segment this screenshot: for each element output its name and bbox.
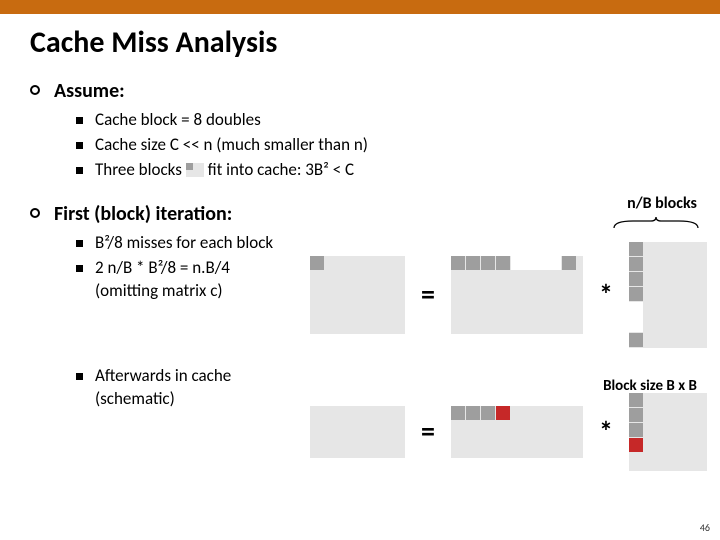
matrix-c-1 [310, 256, 405, 334]
brace-icon [613, 216, 699, 230]
first-iter-item-1: B²/8 misses for each block [76, 232, 310, 255]
open-circle-bullet [30, 85, 40, 95]
first-iter-text-3: Afterwards in cache (schematic) [95, 365, 231, 411]
first-iter-item-3: Afterwards in cache (schematic) [76, 365, 310, 411]
star-2: * [599, 414, 613, 449]
square-bullet-icon [76, 167, 83, 174]
matrix-c-2 [310, 406, 405, 458]
section-assume: Assume: [30, 79, 690, 103]
star-1: * [599, 277, 613, 312]
square-bullet-icon [76, 373, 83, 380]
assume-text-2: Cache size C << n (much smaller than n) [95, 134, 368, 157]
matrix-b-1 [629, 242, 707, 348]
orange-top-bar [0, 0, 720, 14]
assume-item-1: Cache block = 8 doubles [76, 109, 690, 132]
small-block-icon [186, 163, 204, 177]
assume-item-2: Cache size C << n (much smaller than n) [76, 134, 690, 157]
first-iter-text-2: 2 n/B * B²/8 = n.B/4 (omitting matrix c) [95, 257, 230, 303]
matrix-a-1 [451, 256, 583, 334]
equals-1: = [421, 277, 435, 312]
section-first-iter: First (block) iteration: [30, 202, 310, 226]
page-number: 46 [700, 521, 710, 534]
assume-text-1: Cache block = 8 doubles [95, 109, 261, 132]
matrix-b-2 [629, 393, 707, 471]
assume-text-3: Three blocks fit into cache: 3B² < C [95, 159, 354, 182]
equals-2: = [421, 414, 435, 449]
first-iter-text-1: B²/8 misses for each block [95, 232, 273, 255]
first-iter-item-2: 2 n/B * B²/8 = n.B/4 (omitting matrix c) [76, 257, 310, 303]
figure-row-2: = * [310, 393, 707, 471]
square-bullet-icon [76, 142, 83, 149]
first-iter-list: B²/8 misses for each block 2 n/B * B²/8 … [76, 232, 310, 411]
square-bullet-icon [76, 265, 83, 272]
open-circle-bullet [30, 208, 40, 218]
slide-title: Cache Miss Analysis [30, 24, 690, 61]
nb-blocks-label: n/B blocks [627, 194, 697, 213]
assume-text-3-pre: Three blocks [95, 159, 186, 180]
assume-text-3-post: fit into cache: 3B² < C [208, 159, 355, 180]
square-bullet-icon [76, 117, 83, 124]
figure-row-1: = * [310, 242, 707, 348]
first-iter-label: First (block) iteration: [54, 202, 232, 226]
slide-content: Cache Miss Analysis Assume: Cache block … [0, 14, 720, 471]
assume-item-3: Three blocks fit into cache: 3B² < C [76, 159, 690, 182]
square-bullet-icon [76, 240, 83, 247]
assume-list: Cache block = 8 doubles Cache size C << … [76, 109, 690, 182]
matrix-a-2 [451, 406, 583, 458]
assume-label: Assume: [54, 79, 125, 103]
